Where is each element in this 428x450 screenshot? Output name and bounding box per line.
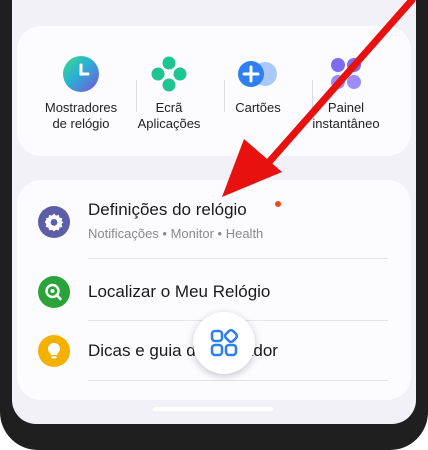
quick-app-watch-faces[interactable]: Mostradores de relógio (36, 26, 126, 156)
home-indicator[interactable] (153, 407, 273, 411)
quick-app-label: Cartões (235, 100, 281, 115)
quick-app-apps-screen[interactable]: Ecrã Aplicações (124, 26, 214, 156)
apps-screen-icon (151, 56, 187, 92)
list-item-watch-settings[interactable]: Definições do relógio Notificações • Mon… (17, 186, 411, 256)
apps-grid-icon (210, 328, 239, 357)
gear-icon (38, 206, 70, 238)
quick-app-label: Mostradores de relógio (44, 100, 118, 131)
list-item-title: Localizar o Meu Relógio (88, 282, 271, 301)
quick-app-label: Painel instantâneo (312, 100, 380, 131)
watch-face-icon (63, 56, 99, 92)
quick-app-label: Ecrã Aplicações (137, 100, 201, 131)
quick-apps-card: Mostradores de relógio Ecrã Aplicações C… (17, 26, 411, 156)
list-item-subtitle: Notificações • Monitor • Health (88, 226, 264, 241)
lightbulb-icon (38, 335, 70, 367)
screen: Mostradores de relógio Ecrã Aplicações C… (12, 0, 416, 424)
tiles-icon (238, 61, 277, 87)
find-watch-icon (38, 276, 70, 308)
quick-app-tiles[interactable]: Cartões (213, 26, 303, 156)
list-item-title: Definições do relógio (88, 200, 247, 219)
apps-grid-button[interactable] (193, 312, 255, 374)
notification-badge (275, 201, 281, 207)
divider (88, 380, 388, 381)
quick-panel-icon (331, 58, 361, 89)
quick-app-quick-panel[interactable]: Painel instantâneo (301, 26, 391, 156)
